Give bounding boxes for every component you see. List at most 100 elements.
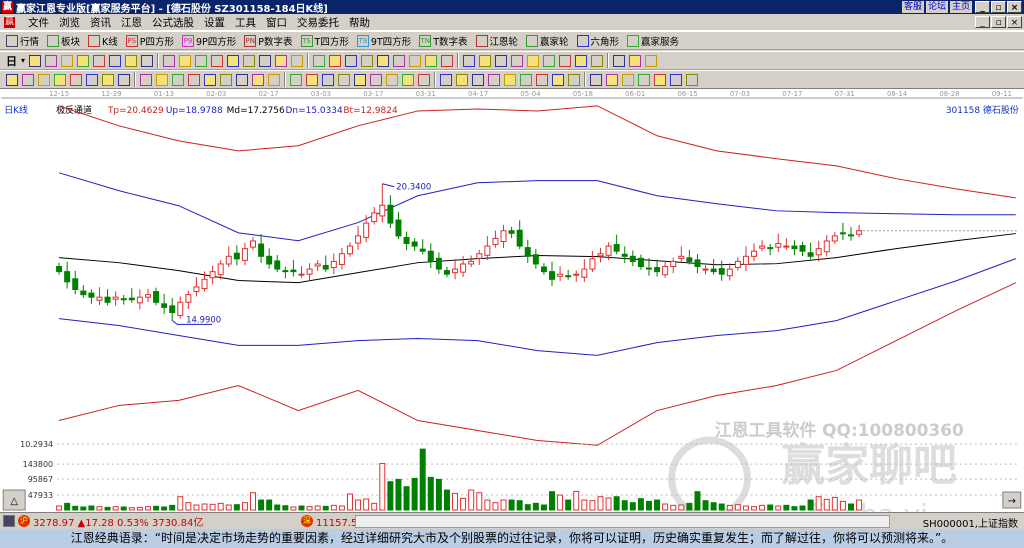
forum-link[interactable]: 论坛 — [925, 1, 948, 13]
tool-icon[interactable] — [393, 54, 406, 67]
tool-icon[interactable] — [236, 73, 248, 86]
tool-icon[interactable] — [425, 54, 438, 67]
tool-icon[interactable] — [102, 73, 114, 86]
tool-icon[interactable] — [243, 54, 256, 67]
tool-icon[interactable] — [306, 73, 318, 86]
tool-icon[interactable] — [179, 54, 192, 67]
p-square-button[interactable]: PS P四方形 — [125, 34, 174, 48]
tool-icon[interactable] — [211, 54, 224, 67]
home-link[interactable]: 主页 — [949, 1, 972, 13]
dollar-button[interactable]: 赢家服务 — [627, 34, 679, 48]
menu-item[interactable]: 文件 — [28, 15, 49, 30]
tool-icon[interactable] — [204, 73, 216, 86]
tool-icon[interactable] — [259, 54, 272, 67]
tool-icon[interactable] — [188, 73, 200, 86]
tool-icon[interactable] — [670, 73, 682, 86]
gann-wheel-button[interactable]: 江恩轮 — [475, 34, 518, 48]
tool-icon[interactable] — [275, 54, 288, 67]
tool-icon[interactable] — [456, 73, 468, 86]
tool-icon[interactable] — [54, 73, 66, 86]
service-link[interactable]: 客服 — [901, 1, 924, 13]
menu-item[interactable]: 帮助 — [349, 15, 370, 30]
tool-icon[interactable] — [22, 73, 34, 86]
hexagon-button[interactable]: 六角形 — [576, 34, 619, 48]
kline-chart[interactable]: 12-15 12-29 01-13 02-03 02-17 03-03 03-17 03-31… — [0, 88, 1024, 512]
restore-button[interactable]: ▫ — [991, 1, 1006, 13]
tool-icon[interactable] — [575, 54, 588, 67]
tool-icon[interactable] — [370, 73, 382, 86]
tool-icon[interactable] — [495, 54, 508, 67]
tool-icon[interactable] — [118, 73, 130, 86]
tool-icon[interactable] — [488, 73, 500, 86]
tool-icon[interactable] — [29, 54, 42, 67]
menu-item[interactable]: 交易委托 — [297, 15, 339, 30]
menu-item[interactable]: 窗口 — [266, 15, 287, 30]
calendar-icon[interactable] — [3, 515, 15, 527]
tool-icon[interactable] — [543, 54, 556, 67]
tool-icon[interactable] — [77, 54, 90, 67]
tool-icon[interactable] — [322, 73, 334, 86]
child-minimize-button[interactable]: _ — [975, 16, 990, 28]
tool-icon[interactable] — [536, 73, 548, 86]
menu-item[interactable]: 资讯 — [90, 15, 111, 30]
tool-icon[interactable] — [527, 54, 540, 67]
tool-icon[interactable] — [172, 73, 184, 86]
winner-wheel-button[interactable]: 赢家轮 — [526, 34, 569, 48]
tool-icon[interactable] — [645, 54, 658, 67]
sector-button[interactable]: 板块 — [47, 34, 80, 48]
chevron-down-icon[interactable]: ▾ — [21, 56, 25, 65]
app-menu-icon[interactable]: 赢 — [4, 16, 15, 28]
tool-icon[interactable] — [45, 54, 58, 67]
tool-icon[interactable] — [568, 73, 580, 86]
tool-icon[interactable] — [654, 73, 666, 86]
tool-icon[interactable] — [163, 54, 176, 67]
tool-icon[interactable] — [125, 54, 138, 67]
9t-square-button[interactable]: T9 9T四方形 — [356, 34, 411, 48]
close-button[interactable]: × — [1007, 1, 1022, 13]
tool-icon[interactable] — [313, 54, 326, 67]
tool-icon[interactable] — [590, 73, 602, 86]
tool-icon[interactable] — [195, 54, 208, 67]
tool-icon[interactable] — [591, 54, 604, 67]
tool-icon[interactable] — [511, 54, 524, 67]
tool-icon[interactable] — [6, 73, 18, 86]
tool-icon[interactable] — [361, 54, 374, 67]
tool-icon[interactable] — [504, 73, 516, 86]
tool-icon[interactable] — [629, 54, 642, 67]
tool-icon[interactable] — [220, 73, 232, 86]
menu-item[interactable]: 工具 — [235, 15, 256, 30]
p-table-button[interactable]: PN P数字表 — [244, 34, 293, 48]
tool-icon[interactable] — [463, 54, 476, 67]
tool-icon[interactable] — [440, 73, 452, 86]
tool-icon[interactable] — [141, 54, 154, 67]
tool-icon[interactable] — [409, 54, 422, 67]
tool-icon[interactable] — [140, 73, 152, 86]
kline-button[interactable]: K线 — [88, 34, 118, 48]
tool-icon[interactable] — [686, 73, 698, 86]
menu-item[interactable]: 设置 — [204, 15, 225, 30]
tool-icon[interactable] — [338, 73, 350, 86]
tool-icon[interactable] — [622, 73, 634, 86]
quotes-button[interactable]: 行情 — [6, 34, 39, 48]
tool-icon[interactable] — [377, 54, 390, 67]
child-close-button[interactable]: × — [1007, 16, 1022, 28]
tool-icon[interactable] — [227, 54, 240, 67]
tool-icon[interactable] — [520, 73, 532, 86]
9p-square-button[interactable]: P9 9P四方形 — [182, 34, 236, 48]
tool-icon[interactable] — [552, 73, 564, 86]
tool-icon[interactable] — [38, 73, 50, 86]
tool-icon[interactable] — [86, 73, 98, 86]
period-select[interactable]: 日 — [6, 53, 17, 69]
horizontal-scrollbar[interactable] — [355, 515, 890, 528]
tool-icon[interactable] — [638, 73, 650, 86]
tool-icon[interactable] — [70, 73, 82, 86]
tool-icon[interactable] — [402, 73, 414, 86]
menu-item[interactable]: 公式选股 — [152, 15, 194, 30]
minimize-button[interactable]: _ — [975, 1, 990, 13]
tool-icon[interactable] — [472, 73, 484, 86]
tool-icon[interactable] — [290, 73, 302, 86]
tool-icon[interactable] — [93, 54, 106, 67]
tool-icon[interactable] — [345, 54, 358, 67]
tool-icon[interactable] — [613, 54, 626, 67]
menu-item[interactable]: 江恩 — [121, 15, 142, 30]
